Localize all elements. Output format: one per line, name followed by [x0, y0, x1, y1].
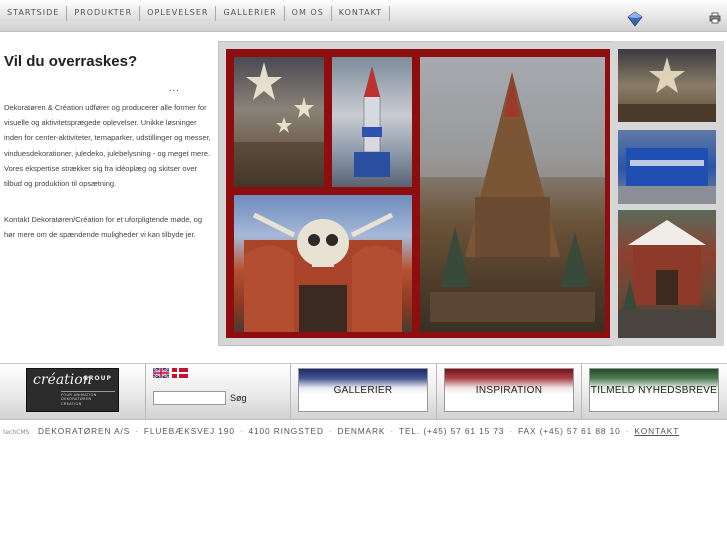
dk-flag-icon[interactable]: [172, 368, 188, 378]
uk-flag-icon[interactable]: [153, 368, 169, 378]
inspiration-banner[interactable]: INSPIRATION: [444, 368, 574, 412]
footer: techCMS DEKORATØREN A/S · FLUEBÆKSVEJ 190 ·…: [0, 426, 727, 438]
footer-fax: FAX (+45) 57 61 88 10: [518, 426, 621, 436]
nav-item-oplevelser[interactable]: OPLEVELSER: [140, 6, 217, 21]
photo-star-decorations: [234, 57, 324, 187]
photo-pirate-skull-facade: [234, 195, 412, 332]
intro-paragraph: Dekoratøren & Création udfører og produc…: [4, 103, 211, 189]
nav-menu: STARTSIDE PRODUKTER OPLEVELSER GALLERIER…: [0, 6, 391, 21]
logo-divider: [61, 391, 115, 392]
search-input[interactable]: [153, 391, 226, 405]
footer-city: 4100 RINGSTED: [248, 426, 324, 436]
divider: [145, 364, 146, 419]
gem-icon[interactable]: [627, 11, 643, 27]
logo-subtitle: FOUR ANIMATION DEKORATØREN CREATION: [61, 393, 97, 406]
footer-contact-link[interactable]: KONTAKT: [634, 426, 679, 436]
page-headline: Vil du overraskes?: [4, 53, 138, 70]
footer-street: FLUEBÆKSVEJ 190: [143, 426, 235, 436]
divider: [581, 364, 582, 419]
footer-address: DEKORATØREN A/S · FLUEBÆKSVEJ 190 · 4100 RIN…: [38, 426, 680, 436]
top-navigation: STARTSIDE PRODUKTER OPLEVELSER GALLERIER…: [0, 0, 727, 32]
nav-item-startside[interactable]: STARTSIDE: [0, 6, 68, 21]
nav-item-kontakt[interactable]: KONTAKT: [331, 6, 391, 21]
footer-phone: TEL. (+45) 57 61 15 73: [399, 426, 505, 436]
photo-christmas-tree-house: [420, 57, 605, 332]
divider: [290, 364, 291, 419]
logo-group-text: GROUP: [83, 375, 112, 382]
galleri-banner[interactable]: GALLERIER: [298, 368, 428, 412]
cms-credit[interactable]: techCMS: [3, 429, 29, 436]
photo-blue-booth: [618, 130, 716, 204]
footer-company: DEKORATØREN A/S: [38, 426, 131, 436]
nav-item-produkter[interactable]: PRODUKTER: [67, 6, 141, 21]
nav-item-gallerier[interactable]: GALLERIER: [216, 6, 285, 21]
photo-mall-lights: [618, 49, 716, 122]
galleri-banner-label: GALLERIER: [333, 384, 393, 396]
divider: [436, 364, 437, 419]
photo-rocket-display: [332, 57, 412, 187]
search-button[interactable]: Søg: [230, 391, 247, 405]
contact-paragraph: Kontakt Dekoratøren/Création for et ufor…: [4, 215, 203, 240]
print-icon[interactable]: [709, 12, 721, 24]
inspiration-banner-label: INSPIRATION: [475, 384, 543, 396]
footer-country: DENMARK: [337, 426, 386, 436]
creation-group-logo[interactable]: création GROUP FOUR ANIMATION DEKORATØRE…: [26, 368, 119, 412]
newsletter-banner[interactable]: TILMELD NYHEDSBREVE: [589, 368, 719, 412]
photo-christmas-cottage: [618, 210, 716, 338]
ellipsis-text: ...: [169, 84, 180, 93]
nav-item-om-os[interactable]: OM OS: [284, 6, 332, 21]
newsletter-banner-label: TILMELD NYHEDSBREVE: [590, 384, 718, 396]
